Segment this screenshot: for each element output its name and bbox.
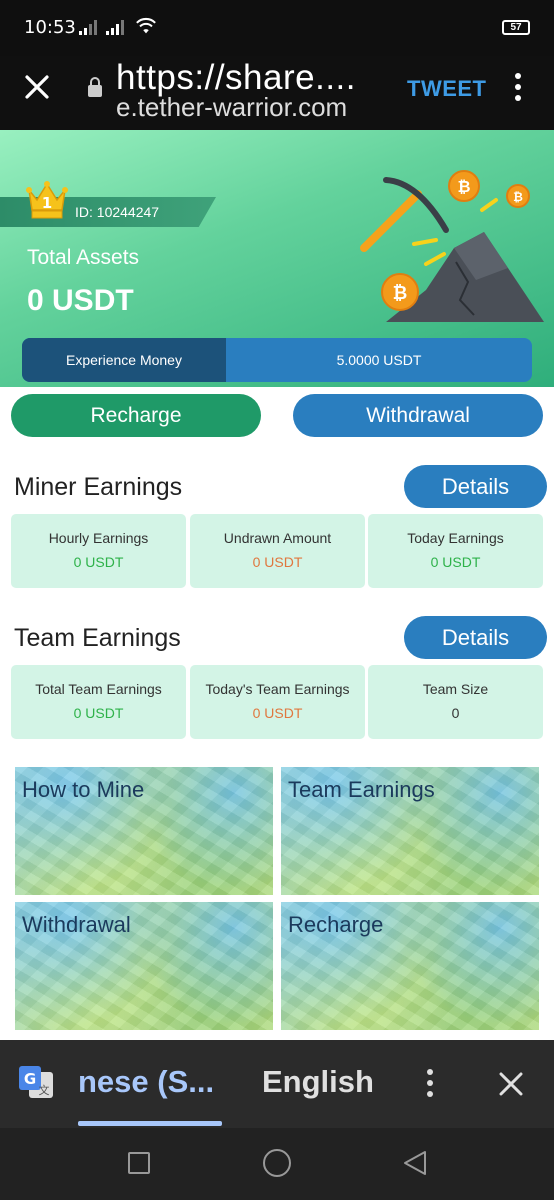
stat-card-undrawn-amount: Undrawn Amount 0 USDT [190, 514, 365, 588]
page-content: 1 ID: 10244247 Total Assets 0 USDT ₿ ₿ ₿… [0, 130, 554, 1040]
stat-card-todays-team-earnings: Today's Team Earnings 0 USDT [190, 665, 365, 739]
tile-how-to-mine[interactable]: How to Mine [15, 767, 273, 895]
tile-label: Withdrawal [22, 912, 131, 937]
assets-header: 1 ID: 10244247 Total Assets 0 USDT ₿ ₿ ₿… [0, 130, 554, 387]
svg-text:₿: ₿ [457, 177, 470, 196]
translate-bar: G 文 nese (S... English [0, 1040, 554, 1128]
recharge-button[interactable]: Recharge [11, 394, 261, 437]
tile-team-earnings[interactable]: Team Earnings [281, 767, 539, 895]
translate-options-icon[interactable] [426, 1069, 434, 1099]
total-assets-label: Total Assets [27, 246, 140, 269]
svg-text:₿: ₿ [393, 283, 408, 304]
miner-details-button[interactable]: Details [404, 465, 547, 508]
close-icon[interactable] [20, 70, 54, 104]
stat-label: Hourly Earnings [48, 530, 149, 546]
battery-icon: 57 [502, 20, 530, 35]
back-icon[interactable] [402, 1150, 428, 1176]
url-domain[interactable]: e.tether-warrior.com [116, 92, 386, 123]
experience-money-value: 5.0000 USDT [336, 352, 422, 368]
team-details-button[interactable]: Details [404, 616, 547, 659]
google-translate-icon: G 文 [19, 1066, 53, 1098]
mining-illustration: ₿ ₿ ₿ [360, 170, 544, 322]
target-language-tab[interactable]: English [262, 1064, 374, 1100]
experience-money-label: Experience Money [22, 338, 226, 382]
translate-close-icon[interactable] [495, 1068, 527, 1100]
source-language-tab[interactable]: nese (S... [78, 1064, 228, 1100]
rank-number: 1 [42, 194, 52, 212]
stat-label: Total Team Earnings [35, 681, 162, 697]
wifi-icon [136, 18, 156, 34]
stat-label: Team Size [422, 681, 489, 697]
lock-icon [88, 77, 102, 97]
stat-card-today-earnings: Today Earnings 0 USDT [368, 514, 543, 588]
tile-recharge[interactable]: Recharge [281, 902, 539, 1030]
stat-value: 0 USDT [73, 554, 124, 570]
stat-label: Undrawn Amount [223, 530, 332, 546]
experience-money-bar: Experience Money 5.0000 USDT [22, 338, 532, 382]
svg-text:G: G [24, 1070, 36, 1088]
stat-value: 0 [451, 705, 460, 721]
recents-icon[interactable] [128, 1152, 150, 1174]
signal-icon-2 [106, 19, 128, 35]
stat-value: 0 USDT [73, 705, 124, 721]
status-bar: 10:53 57 [0, 0, 554, 56]
total-assets-value: 0 USDT [27, 284, 134, 317]
tile-withdrawal[interactable]: Withdrawal [15, 902, 273, 1030]
withdrawal-button[interactable]: Withdrawal [293, 394, 543, 437]
home-icon[interactable] [263, 1149, 291, 1177]
stat-card-team-size: Team Size 0 [368, 665, 543, 739]
tile-label: How to Mine [22, 777, 145, 802]
stat-card-total-team-earnings: Total Team Earnings 0 USDT [11, 665, 186, 739]
system-nav-bar [0, 1128, 554, 1200]
stat-card-hourly-earnings: Hourly Earnings 0 USDT [11, 514, 186, 588]
tweet-button[interactable]: TWEET [407, 76, 487, 102]
stat-label: Today's Team Earnings [205, 681, 350, 697]
stat-value: 0 USDT [252, 705, 303, 721]
svg-text:₿: ₿ [513, 190, 523, 204]
crown-icon: 1 [26, 181, 68, 219]
status-time: 10:53 [24, 17, 76, 38]
stat-label: Today Earnings [407, 530, 504, 546]
signal-icon [79, 19, 101, 35]
tile-label: Team Earnings [288, 777, 435, 802]
tile-label: Recharge [288, 912, 384, 937]
stat-value: 0 USDT [252, 554, 303, 570]
team-earnings-title: Team Earnings [14, 624, 181, 652]
svg-text:文: 文 [39, 1083, 50, 1097]
stat-value: 0 USDT [430, 554, 481, 570]
more-options-icon[interactable] [513, 73, 523, 103]
user-id: ID: 10244247 [75, 204, 160, 220]
miner-earnings-title: Miner Earnings [14, 473, 183, 501]
browser-toolbar: https://share.... e.tether-warrior.com T… [0, 56, 554, 130]
selected-tab-indicator [78, 1121, 222, 1126]
